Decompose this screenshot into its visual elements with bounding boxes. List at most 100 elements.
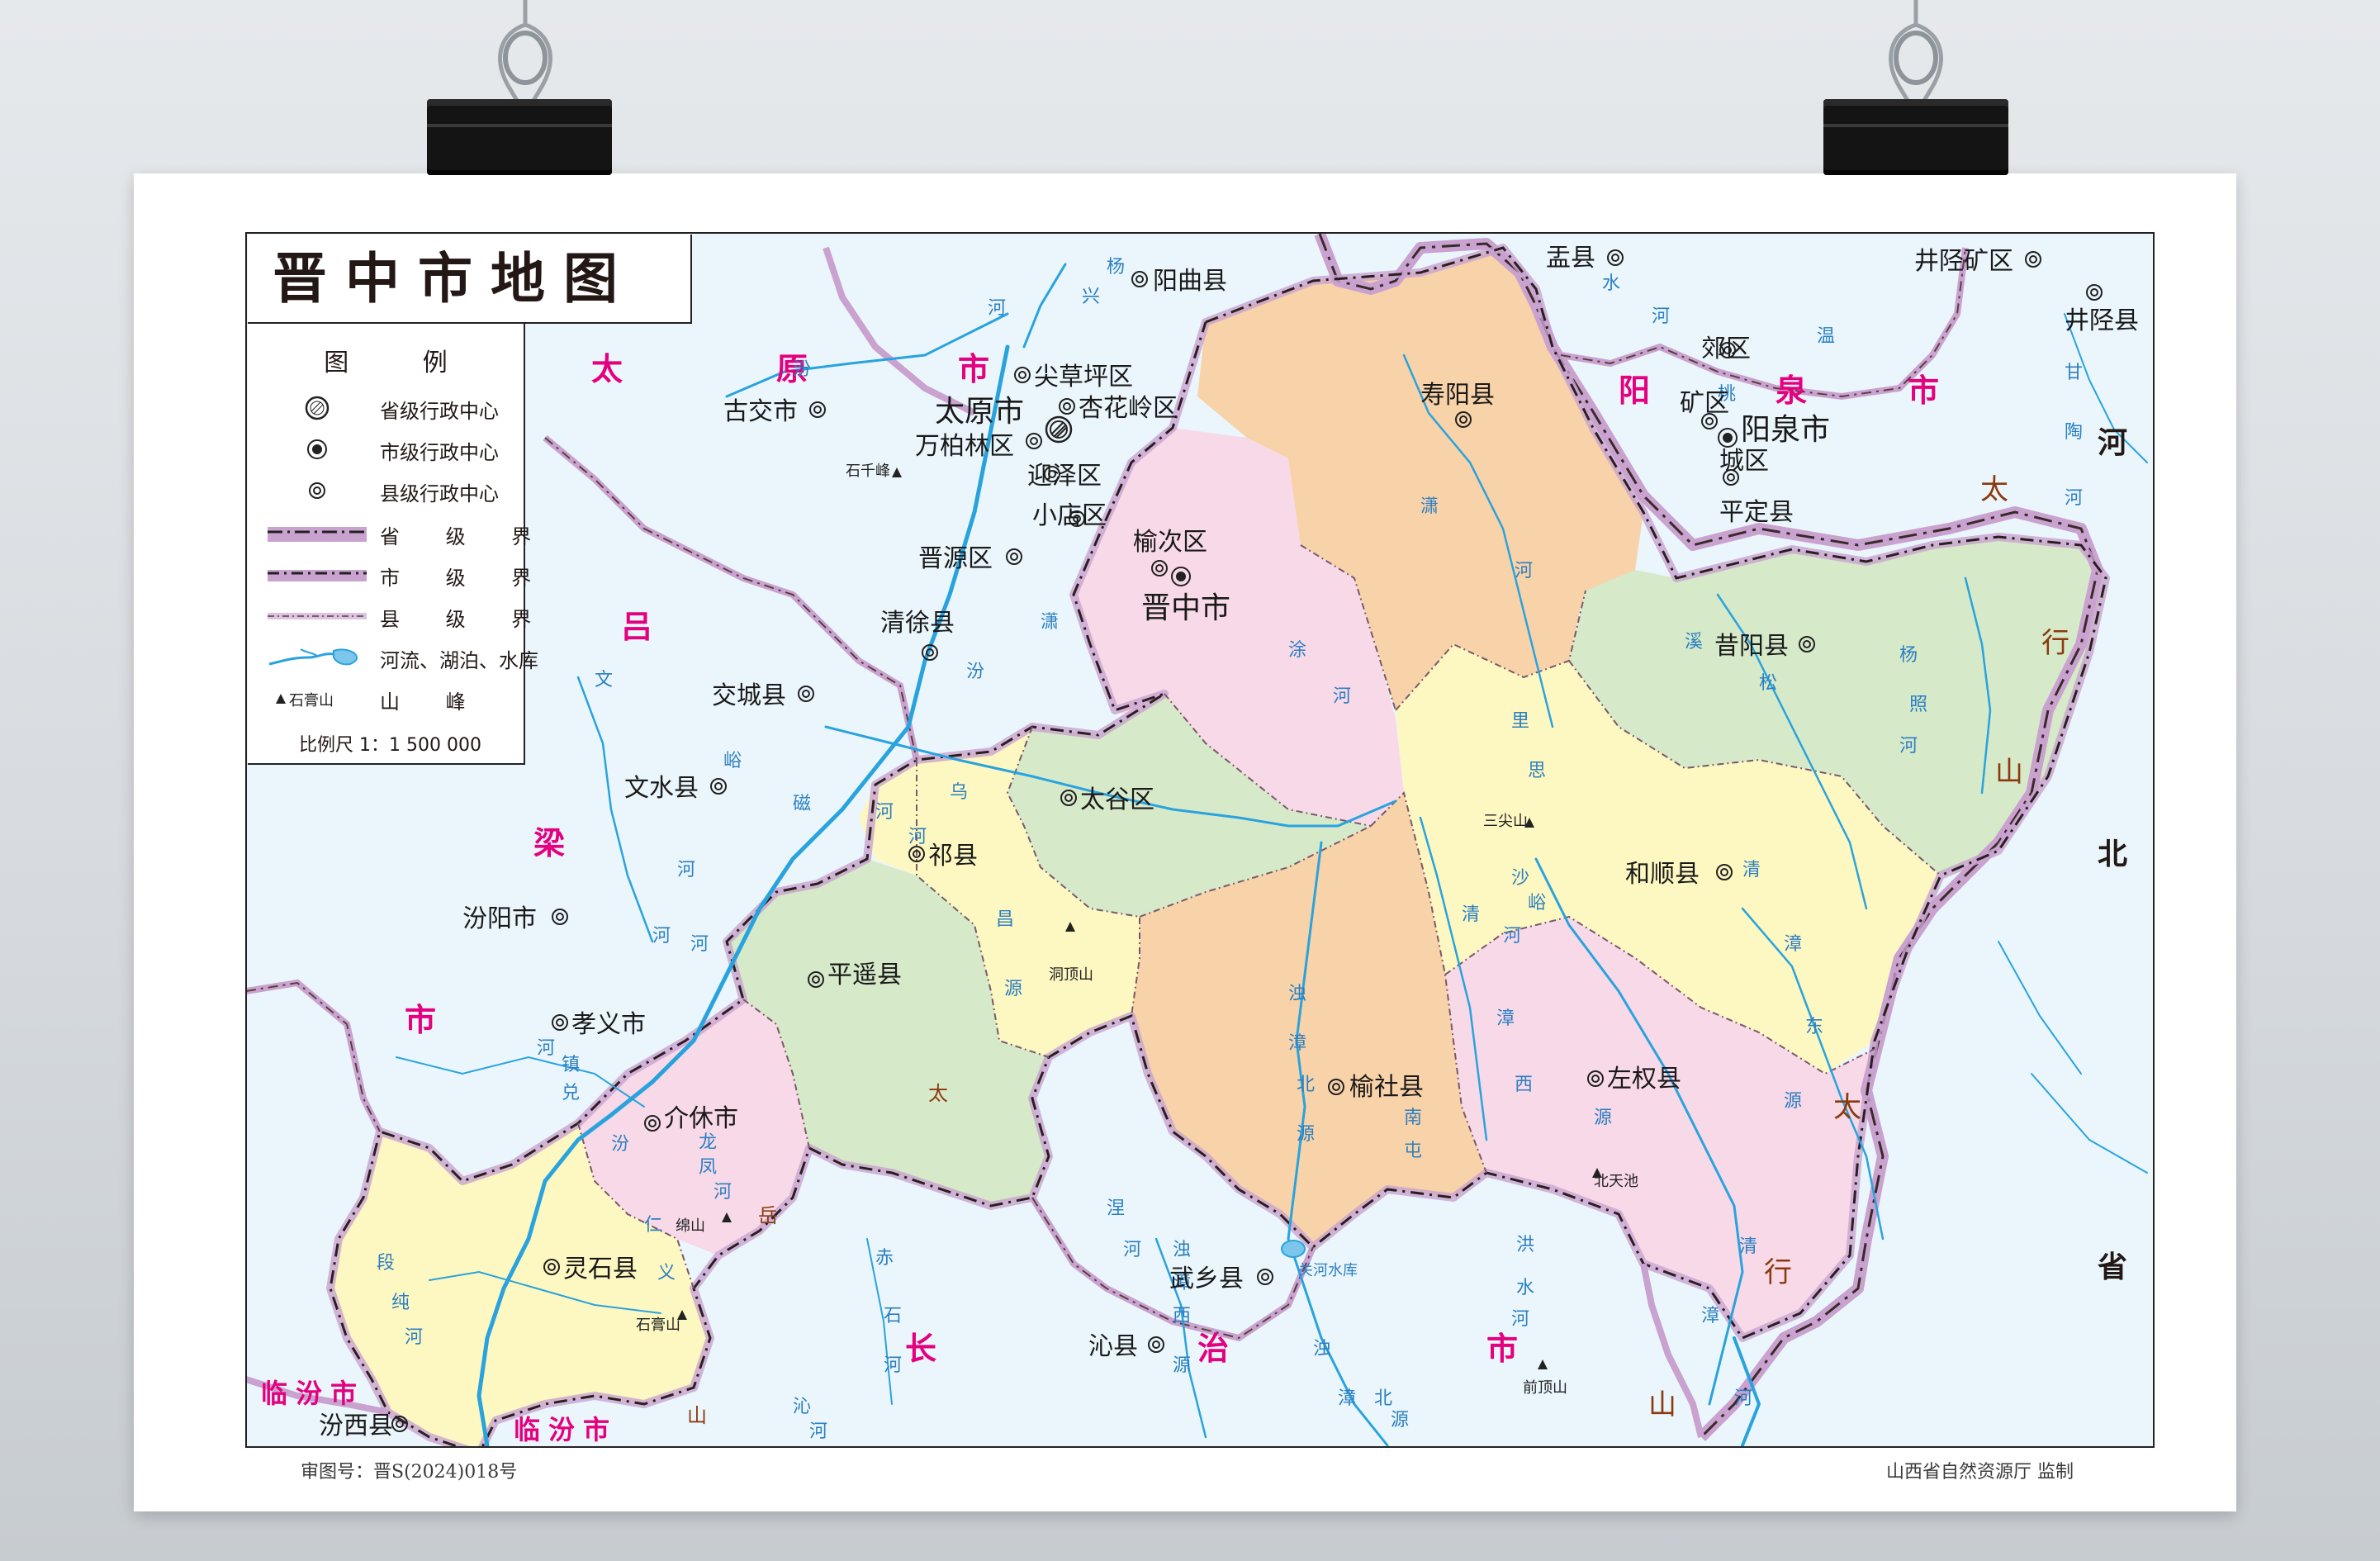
- legend-label: 省级行政中心: [380, 400, 499, 423]
- svg-text:洪: 洪: [1516, 1235, 1534, 1255]
- svg-text:屯: 屯: [1404, 1141, 1422, 1161]
- svg-text:汾: 汾: [966, 662, 984, 682]
- region-label-lvliang-2: 梁: [533, 825, 565, 861]
- svg-text:三尖山: 三尖山: [1483, 813, 1528, 830]
- label-xiyang: 昔阳县: [1714, 632, 1789, 661]
- label-yushe: 榆社县: [1349, 1073, 1424, 1102]
- provincial-capital-icon: [305, 396, 330, 420]
- svg-text:松: 松: [1759, 673, 1777, 694]
- legend-label: 市级行政中心: [380, 441, 499, 464]
- reservoir-label: 关河水库: [1298, 1262, 1358, 1279]
- svg-text:文: 文: [595, 670, 613, 690]
- svg-text:河: 河: [677, 860, 695, 880]
- legend-label: 县 级 界: [380, 608, 552, 631]
- city-boundary-icon: [268, 570, 367, 581]
- label-pingyao: 平遥县: [827, 961, 902, 989]
- svg-text:河: 河: [2065, 488, 2083, 509]
- svg-text:河: 河: [908, 827, 927, 847]
- svg-text:河: 河: [1515, 561, 1533, 581]
- mountain-peak-icon: 石膏山: [276, 691, 334, 709]
- label-jiancaoping: 尖草坪区: [1034, 363, 1133, 391]
- legend-heading: 图 例: [324, 349, 481, 377]
- county-seat-icon: [309, 482, 325, 499]
- label-xiaoyi: 孝义市: [571, 1010, 646, 1039]
- svg-text:浊: 浊: [1173, 1240, 1191, 1260]
- svg-text:河: 河: [690, 934, 709, 955]
- region-label-hebei-1: 河: [2098, 426, 2127, 460]
- river-lake-icon: [268, 648, 358, 666]
- svg-text:石膏山: 石膏山: [636, 1316, 680, 1334]
- svg-text:漳: 漳: [1288, 1033, 1306, 1054]
- label-wanbailin: 万柏林区: [915, 432, 1014, 461]
- label-taiyuan: 太原市: [935, 395, 1024, 429]
- label-zuoquan: 左权县: [1607, 1065, 1681, 1094]
- svg-text:西: 西: [1515, 1075, 1533, 1095]
- region-label-yangquan-1: 阳: [1619, 372, 1650, 409]
- svg-text:峪: 峪: [1528, 893, 1546, 913]
- svg-text:太: 太: [928, 1082, 948, 1105]
- label-jiaocheng: 交城县: [712, 681, 786, 710]
- region-label-yangquan-3: 市: [1908, 372, 1939, 409]
- svg-text:甘: 甘: [2065, 363, 2083, 383]
- svg-text:西: 西: [1173, 1306, 1191, 1326]
- label-jingxingkuang: 井陉矿区: [1914, 247, 2013, 276]
- region-label-changzhi-1: 长: [905, 1331, 936, 1367]
- svg-text:河: 河: [1511, 1309, 1529, 1330]
- label-taigu: 太谷区: [1080, 785, 1154, 814]
- svg-text:石膏山: 石膏山: [289, 691, 334, 709]
- svg-text:兑: 兑: [562, 1083, 580, 1103]
- svg-text:源: 源: [1297, 1124, 1315, 1145]
- svg-text:太: 太: [1833, 1091, 1861, 1124]
- svg-text:漳: 漳: [1784, 934, 1802, 955]
- region-label-hebei-2: 北: [2098, 837, 2127, 871]
- svg-text:仁: 仁: [644, 1215, 662, 1236]
- label-jingxing: 井陉县: [2065, 306, 2139, 335]
- review-number: 审图号：晋S(2024)018号: [301, 1462, 518, 1483]
- region-label-linfen-2: 临汾市: [514, 1414, 618, 1445]
- label-wuxiang: 武乡县: [1169, 1264, 1244, 1293]
- svg-text:源: 源: [1594, 1108, 1612, 1128]
- svg-text:河: 河: [875, 802, 894, 823]
- svg-text:水: 水: [1602, 273, 1620, 294]
- scale-text: 比例尺 1：1 500 000: [299, 735, 481, 756]
- region-label-hebei-3: 省: [2098, 1250, 2127, 1284]
- svg-text:太: 太: [1980, 473, 2008, 506]
- legend-row-city-boundary: 市 级 界: [248, 558, 531, 591]
- label-jinzhong: 晋中市: [1141, 591, 1230, 625]
- svg-text:石: 石: [884, 1306, 902, 1326]
- legend-row-city-seat: 市级行政中心: [248, 433, 524, 466]
- svg-text:河: 河: [537, 1038, 555, 1059]
- svg-text:河: 河: [1652, 306, 1670, 327]
- svg-text:河: 河: [988, 298, 1006, 319]
- svg-text:涅: 涅: [1107, 1198, 1125, 1219]
- svg-text:沁: 沁: [793, 1397, 811, 1417]
- svg-text:峪: 峪: [723, 751, 742, 771]
- svg-text:杨: 杨: [1107, 257, 1125, 278]
- svg-text:漳: 漳: [1496, 1008, 1515, 1029]
- svg-text:兴: 兴: [1082, 287, 1100, 307]
- svg-text:赤: 赤: [875, 1248, 894, 1269]
- svg-text:源: 源: [1173, 1355, 1191, 1376]
- legend-row-province-boundary: 省 级 界: [248, 517, 531, 550]
- legend-label: 市 级 界: [380, 567, 552, 590]
- svg-text:行: 行: [1764, 1256, 1792, 1289]
- svg-text:河: 河: [652, 926, 671, 947]
- svg-text:磁: 磁: [793, 794, 811, 814]
- svg-text:山: 山: [1995, 756, 2023, 789]
- svg-text:浊: 浊: [1288, 984, 1306, 1004]
- region-label-lvliang-3: 市: [405, 1002, 436, 1038]
- legend-label: 省 级 界: [380, 525, 552, 548]
- svg-text:清: 清: [1739, 1236, 1757, 1257]
- region-label-lvliang-1: 吕: [621, 609, 652, 645]
- label-lingshi: 灵石县: [563, 1255, 638, 1283]
- svg-text:南: 南: [1404, 1108, 1422, 1128]
- svg-text:河: 河: [714, 1182, 732, 1203]
- label-pingding: 平定县: [1719, 498, 1794, 527]
- label-kuangqu: 矿区: [1680, 389, 1729, 418]
- label-fenyang: 汾阳市: [462, 904, 537, 933]
- label-gujiao: 古交市: [723, 397, 798, 426]
- label-yangquan: 阳泉市: [1741, 413, 1830, 447]
- region-label-taiyuan-1: 太: [591, 351, 623, 387]
- svg-text:洞顶山: 洞顶山: [1049, 966, 1093, 984]
- svg-text:河: 河: [809, 1421, 827, 1442]
